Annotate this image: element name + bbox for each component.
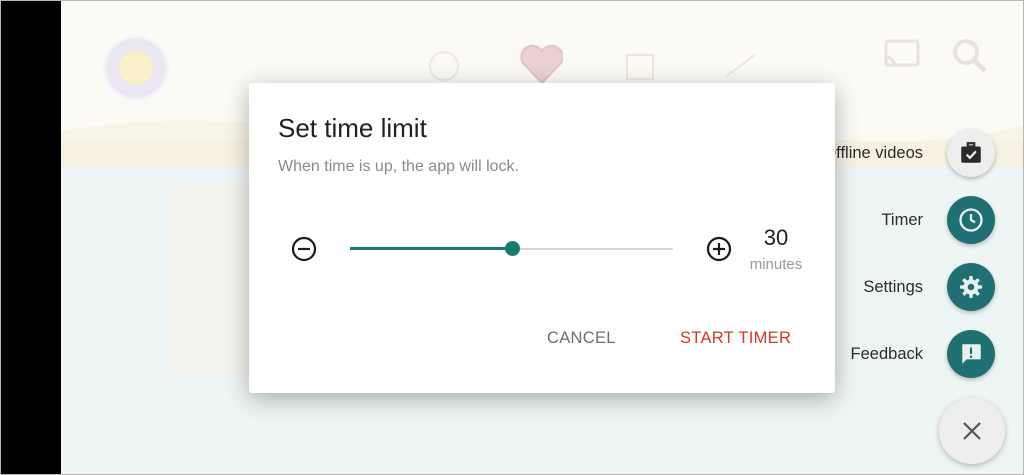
briefcase-check-icon[interactable] [947,129,995,177]
fab-item-settings[interactable]: Settings [863,263,995,311]
gear-icon[interactable] [947,263,995,311]
start-timer-button[interactable]: START TIMER [680,329,791,348]
fab-label: Offline videos [823,143,923,162]
fab-item-timer[interactable]: Timer [881,196,995,244]
cancel-button[interactable]: CANCEL [547,329,616,348]
fab-item-offline-videos[interactable]: Offline videos [823,129,995,177]
dialog-subtitle: When time is up, the app will lock. [278,158,519,175]
feedback-icon[interactable] [947,330,995,378]
left-black-bar [1,1,61,474]
fab-label: Feedback [850,344,923,363]
time-value: 30 [763,225,789,250]
time-unit: minutes [749,256,803,273]
set-time-limit-dialog: Set time limit When time is up, the app … [249,83,835,393]
close-fab-button[interactable] [939,398,1005,464]
time-slider[interactable] [350,240,673,258]
screen-frame: Offline videos Timer Settings Feedback S… [0,0,1024,475]
increase-time-button[interactable] [706,236,732,262]
close-icon [963,422,981,440]
fab-label: Timer [881,210,923,229]
slider-thumb[interactable] [504,241,520,256]
clock-icon[interactable] [947,196,995,244]
fab-label: Settings [863,277,923,296]
fab-item-feedback[interactable]: Feedback [851,330,995,378]
decrease-time-button[interactable] [291,236,317,262]
dialog-title: Set time limit [278,113,427,143]
slider-fill [350,247,512,250]
